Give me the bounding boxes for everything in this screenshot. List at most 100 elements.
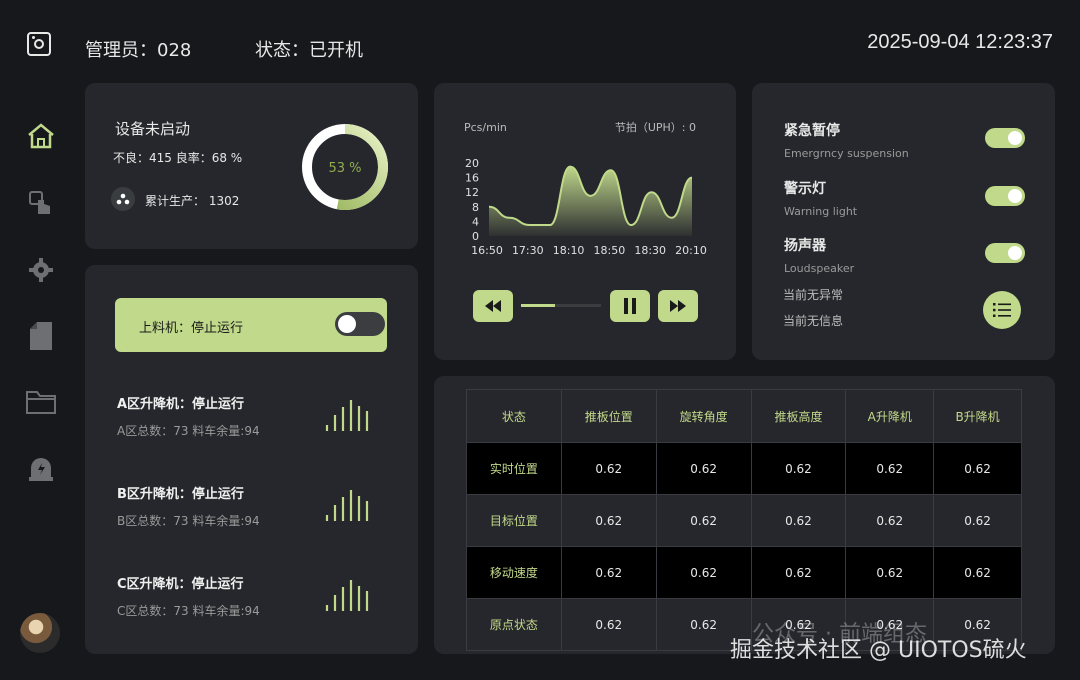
emergency-stop: 紧急暂停 Emergrncy suspension bbox=[784, 120, 909, 160]
table-cell: 0.62 bbox=[560, 598, 657, 651]
table-cell: 0.62 bbox=[933, 546, 1022, 599]
y-tick-label: 20 bbox=[465, 157, 479, 170]
watermark: 掘金技术社区 @ UIOTOS硫火 bbox=[730, 638, 1027, 663]
x-tick-label: 20:10 bbox=[675, 244, 707, 257]
table-header: 推板位置 bbox=[560, 389, 657, 443]
table-header: B升降机 bbox=[933, 389, 1022, 443]
warning-light-toggle[interactable] bbox=[985, 186, 1025, 206]
device-stats: 不良：415 良率：68 % bbox=[113, 151, 243, 165]
progress-track[interactable] bbox=[521, 304, 601, 307]
alarm-settings-card: 紧急暂停 Emergrncy suspension 警示灯 Warning li… bbox=[752, 83, 1055, 360]
list-icon bbox=[993, 303, 1011, 317]
lift-b: B区升降机：停止运行 B区总数：73 料车余量:94 bbox=[117, 483, 260, 529]
lift-b-signal-icon bbox=[325, 490, 369, 521]
table-cell: 0.62 bbox=[845, 442, 935, 495]
info-message: 当前无信息 bbox=[783, 314, 844, 328]
table-header: 推板高度 bbox=[750, 389, 847, 443]
status-table: 状态 推板位置 旋转角度 推板高度 A升降机 B升降机 实时位置 0.62 0.… bbox=[466, 389, 1022, 651]
anomaly-message: 当前无异常 bbox=[783, 288, 844, 302]
table-cell: 0.62 bbox=[655, 546, 752, 599]
toggle-knob bbox=[338, 315, 356, 333]
chart-subtitle: 节拍（UPH）: 0 bbox=[615, 120, 696, 134]
camera-logo-icon bbox=[27, 32, 51, 56]
table-row: 移动速度 0.62 0.62 0.62 0.62 0.62 bbox=[466, 546, 1022, 599]
home-icon[interactable] bbox=[25, 120, 57, 152]
table-header: A升降机 bbox=[845, 389, 935, 443]
feeder-label: 上料机：停止运行 bbox=[139, 321, 244, 336]
folder-icon[interactable] bbox=[25, 386, 57, 418]
admin-label: 管理员：028 bbox=[85, 40, 192, 61]
lift-a-name: A区升降机：停止运行 bbox=[117, 397, 245, 412]
table-cell: 0.62 bbox=[845, 494, 935, 547]
chart-area bbox=[489, 166, 692, 236]
total-production: 累计生产： 1302 bbox=[145, 194, 240, 208]
production-chart: Pcs/min 节拍（UPH）: 0 20 1612 84 0 16:50 17:30 1… bbox=[464, 120, 707, 257]
chart-ylabel: Pcs/min bbox=[464, 121, 507, 134]
loudspeaker: 扬声器 Loudspeaker bbox=[784, 235, 854, 275]
device-title: 设备未启动 bbox=[115, 120, 191, 138]
y-tick-label: 12 bbox=[465, 186, 479, 199]
table-cell: 0.62 bbox=[655, 494, 752, 547]
warning-light-label: 警示灯 bbox=[784, 181, 826, 197]
loudspeaker-en: Loudspeaker bbox=[784, 262, 855, 275]
table-row: 实时位置 0.62 0.62 0.62 0.62 0.62 bbox=[466, 442, 1022, 495]
fast-forward-icon bbox=[670, 300, 686, 312]
lift-c-detail: C区总数：73 料车余量:94 bbox=[117, 604, 260, 618]
y-tick-label: 0 bbox=[472, 230, 479, 243]
production-icon bbox=[111, 187, 135, 211]
production-chart-card: Pcs/min 节拍（UPH）: 0 20 16 12 8 4 0 16:50 17:30 1… bbox=[434, 83, 736, 360]
warning-light: 警示灯 Warning light bbox=[784, 178, 857, 218]
table-header: 旋转角度 bbox=[655, 389, 752, 443]
toggle-knob bbox=[1008, 189, 1022, 203]
row-label: 移动速度 bbox=[466, 546, 562, 599]
table-cell: 0.62 bbox=[750, 546, 847, 599]
pause-icon bbox=[624, 298, 636, 314]
pause-button[interactable] bbox=[610, 290, 650, 322]
progress-fill bbox=[521, 304, 555, 307]
loudspeaker-toggle[interactable] bbox=[985, 243, 1025, 263]
rewind-icon bbox=[485, 300, 501, 312]
toggle-knob bbox=[1008, 246, 1022, 260]
table-cell: 0.62 bbox=[750, 494, 847, 547]
emergency-stop-toggle[interactable] bbox=[985, 128, 1025, 148]
x-tick-label: 17:30 bbox=[512, 244, 544, 257]
lift-c-name: C区升降机：停止运行 bbox=[117, 577, 244, 592]
y-tick-label: 8 bbox=[472, 201, 479, 214]
table-row: 目标位置 0.62 0.62 0.62 0.62 0.62 bbox=[466, 494, 1022, 547]
lift-c-signal-icon bbox=[325, 580, 369, 611]
lift-b-name: B区升降机：停止运行 bbox=[117, 487, 244, 502]
x-tick-label: 18:30 bbox=[634, 244, 666, 257]
x-tick-label: 16:50 bbox=[471, 244, 503, 257]
touch-icon[interactable] bbox=[25, 188, 57, 220]
warning-light-en: Warning light bbox=[784, 205, 858, 218]
toggle-knob bbox=[1008, 131, 1022, 145]
y-tick-label: 16 bbox=[465, 172, 479, 185]
rewind-button[interactable] bbox=[473, 290, 513, 322]
document-icon[interactable] bbox=[25, 320, 57, 352]
table-cell: 0.62 bbox=[933, 442, 1022, 495]
feeder-toggle[interactable] bbox=[335, 312, 385, 336]
x-tick-label: 18:10 bbox=[553, 244, 585, 257]
lift-a: A区升降机：停止运行 A区总数：73 料车余量:94 bbox=[117, 393, 260, 439]
top-bar: 管理员：028 状态：已开机 2025-09-04 12:23:37 bbox=[0, 0, 1080, 80]
device-status-card: 设备未启动 不良：415 良率：68 % 累计生产： 1302 53 % bbox=[85, 83, 418, 249]
x-tick-label: 18:50 bbox=[594, 244, 626, 257]
row-label: 实时位置 bbox=[466, 442, 562, 495]
alarm-icon[interactable] bbox=[25, 452, 57, 484]
table-cell: 0.62 bbox=[933, 494, 1022, 547]
fast-forward-button[interactable] bbox=[658, 290, 698, 322]
user-avatar[interactable] bbox=[20, 613, 60, 653]
lift-b-detail: B区总数：73 料车余量:94 bbox=[117, 514, 260, 528]
list-menu-button[interactable] bbox=[983, 291, 1021, 329]
equipment-card: 上料机：停止运行 A区升降机：停止运行 A区总数：73 料车余量:94 B区升降… bbox=[85, 265, 418, 654]
gear-icon[interactable] bbox=[25, 254, 57, 286]
lift-a-signal-icon bbox=[325, 400, 369, 431]
emergency-stop-en: Emergrncy suspension bbox=[784, 147, 909, 160]
status-table-card: 状态 推板位置 旋转角度 推板高度 A升降机 B升降机 实时位置 0.62 0.… bbox=[434, 376, 1055, 654]
lift-c: C区升降机：停止运行 C区总数：73 料车余量:94 bbox=[117, 573, 260, 619]
row-label: 原点状态 bbox=[466, 598, 562, 651]
table-cell: 0.62 bbox=[655, 442, 752, 495]
table-cell: 0.62 bbox=[750, 442, 847, 495]
emergency-stop-label: 紧急暂停 bbox=[784, 123, 840, 139]
table-cell: 0.62 bbox=[845, 546, 935, 599]
